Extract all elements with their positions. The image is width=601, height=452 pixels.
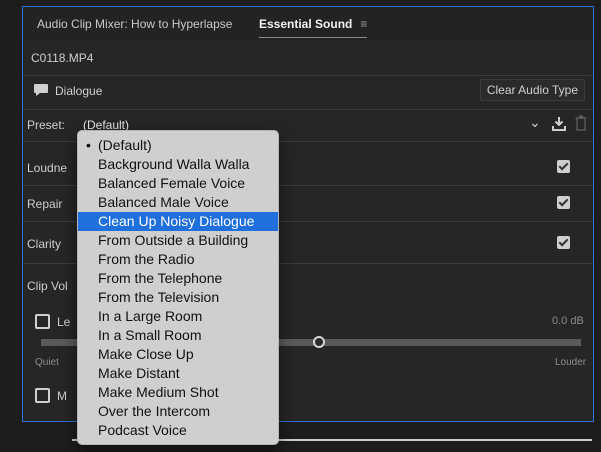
panel-tab-bar: Audio Clip Mixer: How to Hyperlapse Esse… [23,7,593,41]
selected-bullet-icon: • [86,137,91,153]
delete-preset-icon[interactable] [575,115,587,136]
clarity-label: Clarity [27,237,62,251]
loudness-enable-checkbox[interactable] [557,160,570,173]
menu-item-clean-up-noisy-dialogue[interactable]: Clean Up Noisy Dialogue [78,212,278,231]
menu-item-over-the-intercom[interactable]: Over the Intercom [78,402,278,421]
preset-label: Preset: [27,118,66,132]
menu-item-make-close-up[interactable]: Make Close Up [78,345,278,364]
menu-item-label: (Default) [98,137,152,153]
tab-essential-sound-label: Essential Sound [259,17,353,31]
menu-item-make-distant[interactable]: Make Distant [78,364,278,383]
level-value: 0.0 dB [552,315,584,327]
clarity-enable-checkbox[interactable] [557,236,570,249]
loudness-label: Loudne [27,161,68,175]
tab-essential-sound[interactable]: Essential Sound ≡ [259,17,368,38]
speech-bubble-icon [33,83,49,102]
audio-type-label: Dialogue [55,84,103,98]
menu-item-from-outside-a-building[interactable]: From Outside a Building [78,231,278,250]
divider [23,109,593,110]
save-preset-icon[interactable] [552,116,566,137]
divider [23,75,593,76]
clip-name: C0118.MP4 [31,51,94,65]
menu-item-in-a-large-room[interactable]: In a Large Room [78,307,278,326]
menu-item-from-the-radio[interactable]: From the Radio [78,250,278,269]
clear-audio-type-button[interactable]: Clear Audio Type [479,79,585,101]
clip-volume-label: Clip Vol [27,279,68,293]
menu-item-in-a-small-room[interactable]: In a Small Room [78,326,278,345]
chevron-down-icon[interactable]: ⌄ [529,114,541,131]
level-label: Le [57,315,71,329]
louder-label: Louder [555,357,587,368]
level-checkbox[interactable] [35,314,50,329]
preset-dropdown-menu: • (Default) Background Walla Walla Balan… [77,130,279,445]
repair-enable-checkbox[interactable] [557,196,570,209]
menu-item-balanced-female-voice[interactable]: Balanced Female Voice [78,174,278,193]
quieter-label: Quiet [35,357,59,368]
audio-type-row: Dialogue Clear Audio Type [23,79,593,107]
panel-menu-icon[interactable]: ≡ [360,17,367,31]
repair-label: Repair [27,197,63,211]
clip-volume-slider-handle[interactable] [313,336,325,348]
mute-label: M [57,389,67,403]
menu-item-make-medium-shot[interactable]: Make Medium Shot [78,383,278,402]
mute-checkbox[interactable] [35,388,50,403]
menu-item-default[interactable]: • (Default) [78,136,278,155]
menu-item-balanced-male-voice[interactable]: Balanced Male Voice [78,193,278,212]
menu-item-background-walla[interactable]: Background Walla Walla [78,155,278,174]
menu-item-from-the-television[interactable]: From the Television [78,288,278,307]
menu-item-podcast-voice[interactable]: Podcast Voice [78,421,278,440]
menu-item-from-the-telephone[interactable]: From the Telephone [78,269,278,288]
tab-audio-clip-mixer[interactable]: Audio Clip Mixer: How to Hyperlapse [37,17,232,31]
